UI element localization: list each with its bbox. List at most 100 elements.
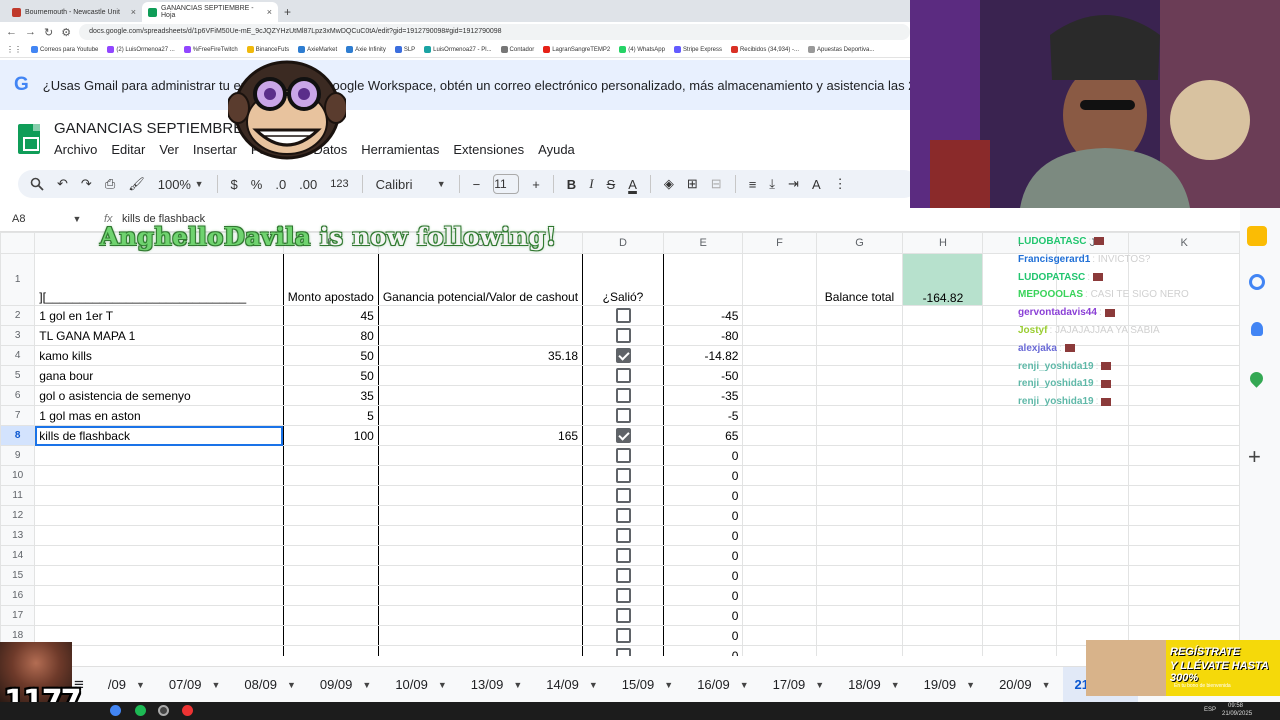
forward-icon[interactable]: → xyxy=(25,26,36,38)
empty-cell[interactable] xyxy=(742,565,817,586)
empty-cell[interactable] xyxy=(1055,485,1130,506)
profit-cell[interactable]: 0 xyxy=(662,545,744,566)
text-wrap-icon[interactable]: ⇥ xyxy=(788,176,799,192)
empty-cell[interactable] xyxy=(1055,585,1130,606)
profit-cell[interactable]: -35 xyxy=(662,385,744,406)
close-tab-icon[interactable]: × xyxy=(267,7,272,17)
amount-cell[interactable]: 100 xyxy=(282,425,379,446)
result-checkbox-cell[interactable] xyxy=(582,325,664,346)
language-indicator[interactable]: ESP xyxy=(1204,707,1216,713)
result-checkbox-cell[interactable] xyxy=(582,545,664,566)
empty-cell[interactable] xyxy=(902,545,984,566)
empty-cell[interactable] xyxy=(815,565,904,586)
cashout-cell[interactable] xyxy=(377,625,584,646)
cell-c1[interactable]: Ganancia potencial/Valor de cashout xyxy=(377,253,584,306)
row-header[interactable]: 13 xyxy=(0,525,36,546)
result-checkbox-cell[interactable] xyxy=(582,385,664,406)
sheet-tab[interactable]: 18/09 ▼ xyxy=(836,667,911,703)
bookmark-item[interactable]: LuisOrmenoa27 - Pl... xyxy=(424,46,492,53)
amount-cell[interactable] xyxy=(282,625,379,646)
empty-cell[interactable] xyxy=(1128,545,1240,566)
unchecked-checkbox[interactable] xyxy=(615,308,631,324)
empty-cell[interactable] xyxy=(742,545,817,566)
fill-color-icon[interactable]: ◈ xyxy=(664,176,674,192)
empty-cell[interactable] xyxy=(742,465,817,486)
chevron-down-icon[interactable]: ▼ xyxy=(891,680,900,690)
description-cell[interactable]: gana bour xyxy=(34,365,284,386)
empty-cell[interactable] xyxy=(1128,465,1240,486)
empty-cell[interactable] xyxy=(1055,465,1130,486)
cell-d1[interactable]: ¿Salió? xyxy=(582,253,664,306)
new-tab-icon[interactable]: + xyxy=(284,2,291,22)
chevron-down-icon[interactable]: ▼ xyxy=(362,680,371,690)
empty-cell[interactable] xyxy=(742,365,817,386)
more-formats-button[interactable]: 123 xyxy=(330,178,348,190)
empty-cell[interactable] xyxy=(982,645,1057,656)
chevron-down-icon[interactable]: ▼ xyxy=(740,680,749,690)
bookmark-item[interactable]: (4) WhatsApp xyxy=(619,46,665,53)
description-cell[interactable] xyxy=(34,485,284,506)
cashout-cell[interactable] xyxy=(377,445,584,466)
zoom-select[interactable]: 100% ▼ xyxy=(158,177,204,192)
sheet-tab[interactable]: 08/09 ▼ xyxy=(232,667,307,703)
empty-cell[interactable] xyxy=(902,325,984,346)
cashout-cell[interactable] xyxy=(377,565,584,586)
result-checkbox-cell[interactable] xyxy=(582,505,664,526)
amount-cell[interactable] xyxy=(282,505,379,526)
add-addon-icon[interactable]: + xyxy=(1248,444,1261,470)
clock-date[interactable]: 21/09/2025 xyxy=(1222,711,1252,717)
font-size-input[interactable]: 11 xyxy=(493,174,520,194)
browser-tab-bournemouth[interactable]: Bournemouth - Newcastle Unit × xyxy=(6,2,142,22)
percent-format-button[interactable]: % xyxy=(251,177,263,192)
profit-cell[interactable]: -45 xyxy=(662,305,744,326)
cashout-cell[interactable] xyxy=(377,305,584,326)
cashout-cell[interactable] xyxy=(377,485,584,506)
description-cell[interactable] xyxy=(34,445,284,466)
chevron-down-icon[interactable]: ▼ xyxy=(136,680,145,690)
search-icon[interactable] xyxy=(30,177,44,191)
row-header[interactable]: 7 xyxy=(0,405,36,426)
vertical-align-icon[interactable]: ⤓ xyxy=(769,176,775,192)
empty-cell[interactable] xyxy=(982,625,1057,646)
empty-cell[interactable] xyxy=(902,385,984,406)
undo-icon[interactable]: ↶ xyxy=(57,176,68,192)
empty-cell[interactable] xyxy=(982,425,1057,446)
empty-cell[interactable] xyxy=(742,425,817,446)
empty-cell[interactable] xyxy=(1055,605,1130,626)
cell-e1[interactable] xyxy=(662,253,744,306)
empty-cell[interactable] xyxy=(1128,505,1240,526)
empty-cell[interactable] xyxy=(815,545,904,566)
empty-cell[interactable] xyxy=(815,345,904,366)
chevron-down-icon[interactable]: ▼ xyxy=(438,680,447,690)
profit-cell[interactable]: 0 xyxy=(662,505,744,526)
cashout-cell[interactable] xyxy=(377,645,584,656)
bookmark-item[interactable]: SLP xyxy=(394,46,415,53)
menu-editar[interactable]: Editar xyxy=(111,142,145,157)
site-info-icon[interactable]: ⚙ xyxy=(61,26,71,39)
sheet-tab[interactable]: 15/09 ▼ xyxy=(610,667,685,703)
cashout-cell[interactable] xyxy=(377,325,584,346)
url-field[interactable]: docs.google.com/spreadsheets/d/1p6VFiM50… xyxy=(79,24,910,40)
chevron-down-icon[interactable]: ▼ xyxy=(815,680,824,690)
empty-cell[interactable] xyxy=(982,485,1057,506)
empty-cell[interactable] xyxy=(742,325,817,346)
profit-cell[interactable]: 0 xyxy=(662,525,744,546)
bookmark-item[interactable]: Correos para Youtube xyxy=(31,46,98,53)
text-rotation-icon[interactable]: A xyxy=(812,177,821,192)
back-icon[interactable]: ← xyxy=(6,26,17,38)
promo-ad-banner[interactable]: REGÍSTRATE Y LLÉVATE HASTA 300% En tu bo… xyxy=(1086,640,1280,696)
unchecked-checkbox[interactable] xyxy=(615,568,631,584)
sheet-tab[interactable]: 14/09 ▼ xyxy=(534,667,609,703)
paint-format-icon[interactable]: 🖌 xyxy=(128,176,145,192)
chevron-down-icon[interactable]: ▼ xyxy=(1042,680,1051,690)
row-header[interactable]: 9 xyxy=(0,445,36,466)
name-box[interactable]: A8 ▼ xyxy=(12,213,82,225)
empty-cell[interactable] xyxy=(982,445,1057,466)
column-header[interactable]: E xyxy=(662,232,744,254)
description-cell[interactable]: kamo kills xyxy=(34,345,284,366)
result-checkbox-cell[interactable] xyxy=(582,465,664,486)
description-cell[interactable] xyxy=(34,525,284,546)
empty-cell[interactable] xyxy=(982,525,1057,546)
profit-cell[interactable]: 65 xyxy=(662,425,744,446)
empty-cell[interactable] xyxy=(982,545,1057,566)
